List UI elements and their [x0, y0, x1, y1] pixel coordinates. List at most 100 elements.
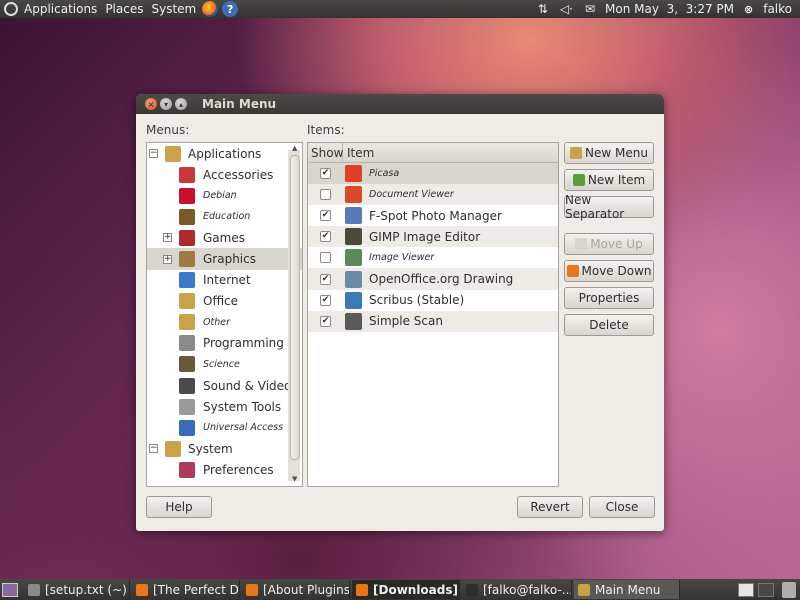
applications-menu[interactable]: Applications	[20, 0, 101, 18]
menu-tree-item[interactable]: Science	[147, 354, 302, 375]
menu-tree-item[interactable]: Debian	[147, 185, 302, 206]
menu-tree-item[interactable]: Office	[147, 291, 302, 312]
move-up-button[interactable]: Move Up	[564, 233, 654, 255]
menu-tree-item-label: Other	[203, 316, 230, 328]
network-icon[interactable]: ⇅	[532, 2, 554, 16]
system-tools-icon	[179, 398, 195, 415]
trash-icon[interactable]	[782, 581, 796, 598]
menus-scrollbar-thumb[interactable]	[290, 155, 300, 460]
menu-tree-item[interactable]: Education	[147, 206, 302, 227]
menu-tree-item[interactable]: Accessories	[147, 164, 302, 185]
mail-icon[interactable]: ✉	[579, 2, 601, 16]
window-minimize-icon[interactable]: ▾	[160, 98, 172, 110]
show-desktop-icon[interactable]	[2, 582, 18, 597]
menu-tree-item[interactable]: + Graphics	[147, 248, 302, 270]
menu-tree-item[interactable]: Programming	[147, 333, 302, 354]
menu-tree-item[interactable]: − System	[147, 438, 302, 459]
power-icon[interactable]: ⊗	[738, 3, 759, 16]
window-titlebar[interactable]: × ▾ ▴ Main Menu	[136, 94, 664, 114]
show-checkbox[interactable]: ✔	[320, 210, 331, 222]
menu-tree-item[interactable]: Internet	[147, 270, 302, 291]
show-checkbox[interactable]: ✔	[320, 294, 331, 306]
item-label: OpenOffice.org Drawing	[369, 272, 514, 287]
menu-tree-item-label: Science	[203, 358, 240, 370]
items-label: Items:	[307, 123, 345, 137]
item-column-header[interactable]: Item	[343, 143, 374, 162]
delete-button[interactable]: Delete	[564, 314, 654, 336]
item-row[interactable]: ✔ F-Spot Photo Manager	[308, 205, 558, 226]
expand-icon[interactable]: +	[163, 254, 172, 264]
item-row[interactable]: Document Viewer	[308, 184, 558, 206]
taskbar-task-label: [About Plugins...	[263, 582, 350, 597]
window-close-icon[interactable]: ×	[145, 98, 157, 110]
firefox-launcher-icon[interactable]	[202, 1, 219, 17]
expand-icon[interactable]: +	[163, 233, 172, 243]
document-viewer-icon	[345, 186, 362, 204]
item-label: Document Viewer	[369, 189, 454, 201]
scroll-down-arrow-icon[interactable]: ▼	[292, 475, 297, 483]
item-row[interactable]: ✔ Simple Scan	[308, 310, 558, 332]
system-menu[interactable]: System	[147, 0, 200, 18]
workspace-1[interactable]	[738, 582, 754, 597]
new-separator-button[interactable]: New Separator	[564, 193, 654, 221]
internet-icon	[179, 272, 195, 289]
collapse-icon[interactable]: −	[149, 149, 158, 159]
menu-tree-item[interactable]: − Applications	[147, 143, 302, 164]
show-checkbox[interactable]	[320, 252, 331, 264]
item-row[interactable]: ✔ Picasa	[308, 163, 558, 185]
window-maximize-icon[interactable]: ▴	[175, 98, 187, 110]
help-icon[interactable]: ?	[222, 1, 239, 17]
show-column-header[interactable]: Show	[308, 143, 343, 162]
menus-tree[interactable]: − Applications Accessories Debian Education +…	[146, 142, 303, 487]
show-checkbox[interactable]: ✔	[320, 231, 331, 243]
workspace-2[interactable]	[758, 582, 774, 597]
show-checkbox[interactable]: ✔	[320, 315, 331, 327]
taskbar-task[interactable]: [falko@falko-...	[462, 580, 572, 599]
help-button[interactable]: Help	[146, 496, 212, 518]
taskbar-task[interactable]: [setup.txt (~) ...	[24, 580, 130, 599]
scroll-up-arrow-icon[interactable]: ▲	[292, 144, 297, 152]
item-row[interactable]: ✔ GIMP Image Editor	[308, 226, 558, 248]
show-checkbox[interactable]	[320, 189, 331, 201]
menu-tree-item[interactable]: Preferences	[147, 459, 302, 480]
item-row[interactable]: ✔ Scribus (Stable)	[308, 290, 558, 311]
new-item-icon	[572, 174, 585, 186]
sound-video-icon	[179, 377, 195, 394]
firefox-icon	[246, 583, 258, 596]
collapse-icon[interactable]: −	[149, 444, 158, 454]
taskbar-task[interactable]: Main Menu	[574, 580, 680, 599]
close-label: Close	[605, 500, 639, 514]
volume-icon[interactable]: ◁·	[554, 2, 579, 16]
menu-tree-item[interactable]: Other	[147, 312, 302, 333]
taskbar-task-label: [setup.txt (~) ...	[45, 582, 129, 597]
menu-tree-item-label: Applications	[188, 146, 262, 161]
universal-access-icon	[179, 419, 195, 436]
new-item-button[interactable]: New Item	[564, 169, 654, 191]
taskbar-task[interactable]: [The Perfect D...	[132, 580, 240, 599]
show-checkbox[interactable]: ✔	[320, 273, 331, 285]
move-down-button[interactable]: Move Down	[564, 260, 654, 282]
taskbar-task[interactable]: [About Plugins...	[242, 580, 350, 599]
menu-tree-item[interactable]: Sound & Video	[147, 375, 302, 396]
taskbar-task-label: [Downloads]	[373, 582, 458, 597]
item-row[interactable]: Image Viewer	[308, 247, 558, 268]
item-row[interactable]: ✔ OpenOffice.org Drawing	[308, 268, 558, 290]
user-name[interactable]: falko	[759, 0, 800, 18]
ubuntu-logo-icon[interactable]	[4, 2, 18, 16]
ooo-drawing-icon	[345, 270, 362, 288]
menu-tree-item[interactable]: + Games	[147, 227, 302, 248]
close-button[interactable]: Close	[589, 496, 655, 518]
new-menu-button[interactable]: New Menu	[564, 142, 654, 164]
menu-tree-item[interactable]: System Tools	[147, 396, 302, 417]
revert-button[interactable]: Revert	[517, 496, 583, 518]
preferences-icon	[179, 461, 195, 478]
show-checkbox[interactable]: ✔	[320, 168, 331, 180]
places-menu[interactable]: Places	[101, 0, 147, 18]
taskbar-task[interactable]: [Downloads]	[352, 580, 460, 599]
menu-tree-item-label: Preferences	[203, 462, 274, 477]
menu-tree-item[interactable]: Universal Access	[147, 417, 302, 438]
clock[interactable]: Mon May 3, 3:27 PM	[601, 0, 738, 18]
items-table[interactable]: Show Item ✔ Picasa Document Viewer ✔ F-Spot …	[307, 142, 559, 487]
properties-button[interactable]: Properties	[564, 287, 654, 309]
taskbar-task-label: [The Perfect D...	[153, 582, 239, 597]
